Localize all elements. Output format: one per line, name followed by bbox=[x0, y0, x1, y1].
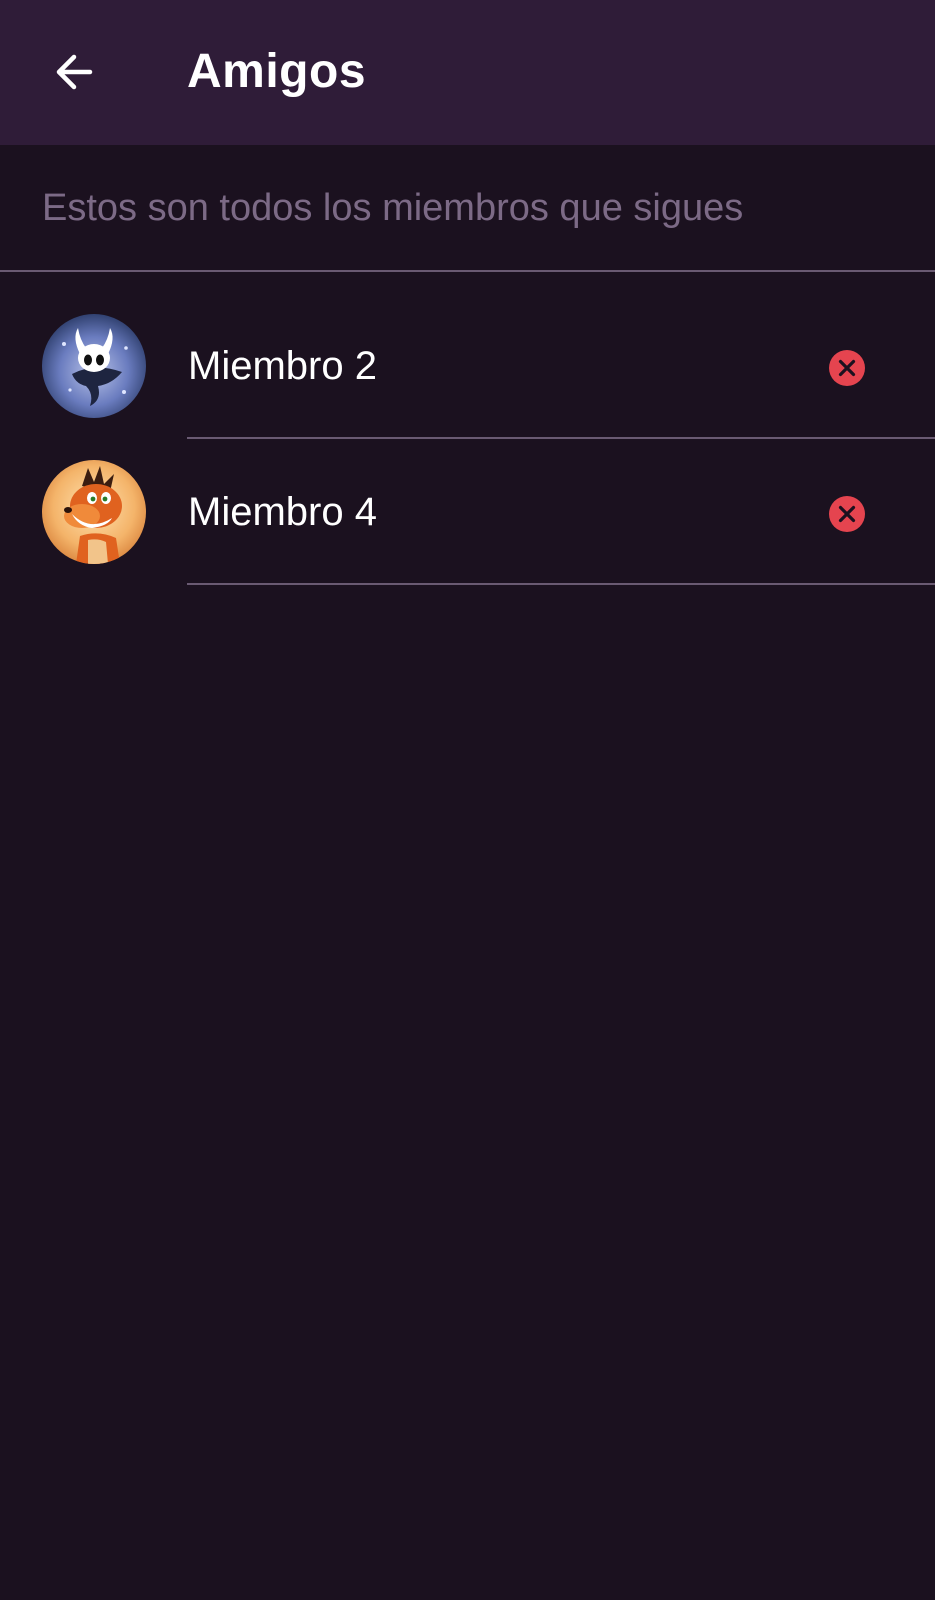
friend-name: Miembro 4 bbox=[188, 490, 377, 534]
friend-name: Miembro 2 bbox=[188, 344, 377, 388]
avatar bbox=[42, 314, 146, 418]
remove-circle-icon bbox=[829, 496, 865, 532]
row-divider bbox=[187, 583, 935, 585]
friend-row[interactable]: Miembro 2 bbox=[0, 293, 935, 439]
arrow-left-icon bbox=[56, 54, 93, 90]
page-subtitle: Estos son todos los miembros que sigues bbox=[42, 187, 744, 229]
app-bar: Amigos bbox=[0, 0, 935, 145]
header-divider bbox=[0, 270, 935, 272]
remove-circle-icon bbox=[829, 350, 865, 386]
friend-row[interactable]: Miembro 4 bbox=[0, 439, 935, 585]
avatar bbox=[42, 460, 146, 564]
back-button[interactable] bbox=[42, 40, 106, 104]
remove-friend-button[interactable] bbox=[822, 343, 872, 393]
remove-friend-button[interactable] bbox=[822, 489, 872, 539]
page-title: Amigos bbox=[187, 45, 367, 98]
